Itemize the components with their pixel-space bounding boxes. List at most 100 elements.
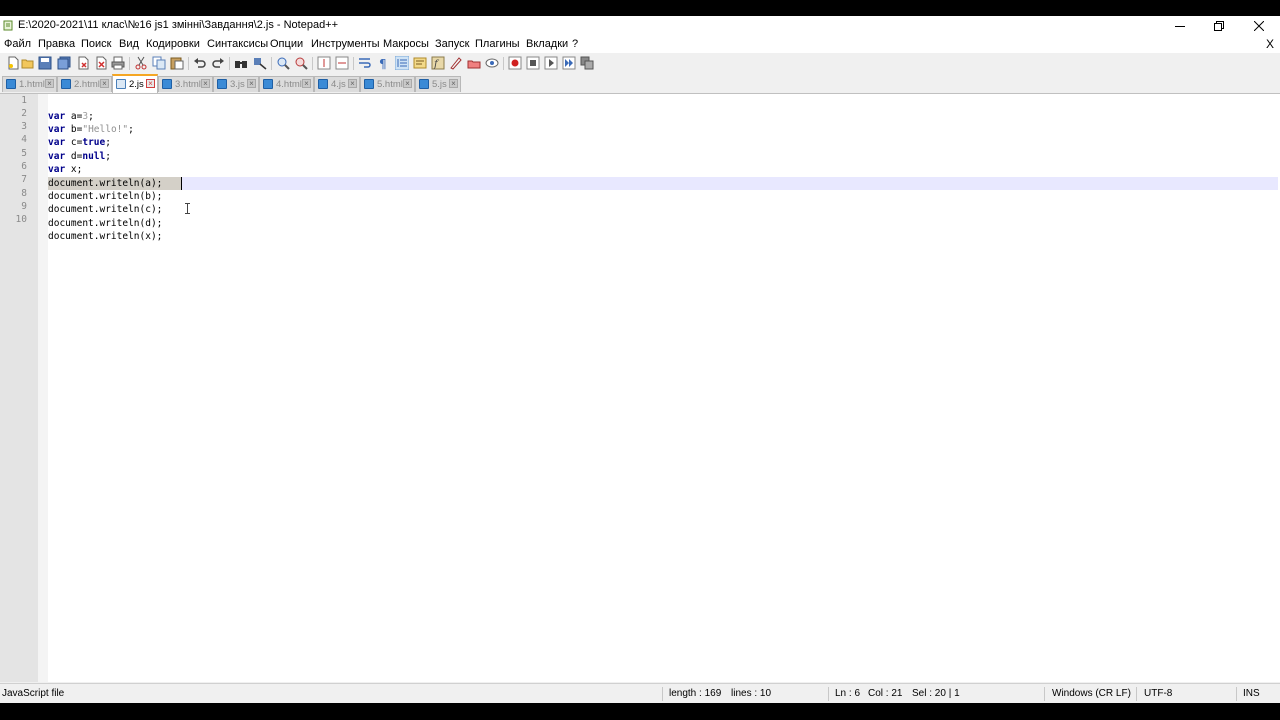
menu-options[interactable]: Опции bbox=[270, 38, 303, 50]
tab-close-icon[interactable]: × bbox=[45, 79, 54, 88]
new-file-icon[interactable] bbox=[6, 56, 20, 70]
keyword: var bbox=[48, 124, 66, 135]
svg-text:¶: ¶ bbox=[379, 57, 387, 70]
tab-5-html[interactable]: 5.html × bbox=[360, 76, 415, 92]
status-eol-format: Windows (CR LF) bbox=[1052, 688, 1131, 699]
keyword: var bbox=[48, 137, 66, 148]
find-icon[interactable] bbox=[234, 56, 248, 70]
tab-label: 4.html bbox=[276, 79, 302, 90]
save-icon[interactable] bbox=[38, 56, 52, 70]
restore-button[interactable] bbox=[1199, 16, 1239, 35]
save-macro-icon[interactable] bbox=[580, 56, 594, 70]
toolbar-separator bbox=[188, 57, 189, 70]
minimize-icon bbox=[1175, 25, 1185, 27]
copy-icon[interactable] bbox=[152, 56, 166, 70]
play-macro-icon[interactable] bbox=[544, 56, 558, 70]
title-bar: E:\2020-2021\11 клас\№16 js1 змінні\Завд… bbox=[0, 16, 1280, 35]
line-number: 1 bbox=[21, 95, 27, 106]
tab-close-icon[interactable]: × bbox=[247, 79, 256, 88]
close-window-button[interactable] bbox=[1239, 16, 1279, 35]
close-icon[interactable] bbox=[76, 56, 90, 70]
zoom-out-icon[interactable] bbox=[294, 56, 308, 70]
tab-5-js[interactable]: 5.js × bbox=[415, 76, 461, 92]
tab-close-icon[interactable]: × bbox=[100, 79, 109, 88]
code-line-2: var b="Hello!"; bbox=[48, 123, 134, 136]
tab-3-js[interactable]: 3.js × bbox=[213, 76, 259, 92]
function-list-icon[interactable]: f bbox=[431, 56, 445, 70]
open-file-icon[interactable] bbox=[21, 56, 35, 70]
saved-file-icon bbox=[217, 79, 227, 89]
tab-close-icon[interactable]: × bbox=[146, 79, 155, 88]
tab-2-js[interactable]: 2.js × bbox=[112, 74, 158, 93]
code-editor[interactable]: 1 2 3 4 5 6 7 8 9 10 var a=3; var b="Hel… bbox=[0, 94, 1280, 682]
menu-tabs[interactable]: Вкладки bbox=[526, 38, 568, 50]
menu-file[interactable]: Файл bbox=[4, 38, 31, 50]
close-document-button[interactable]: X bbox=[1266, 37, 1274, 51]
menu-tools[interactable]: Инструменты bbox=[311, 38, 380, 50]
menu-macros[interactable]: Макросы bbox=[383, 38, 429, 50]
tab-1-html[interactable]: 1.html × bbox=[2, 76, 57, 92]
code-line-1: var a=3; bbox=[48, 110, 94, 123]
save-all-icon[interactable] bbox=[57, 56, 71, 70]
indent-guide-icon[interactable] bbox=[395, 56, 409, 70]
menu-run[interactable]: Запуск bbox=[435, 38, 469, 50]
tab-4-html[interactable]: 4.html × bbox=[259, 76, 314, 92]
show-all-characters-icon[interactable]: ¶ bbox=[376, 56, 390, 70]
minimize-button[interactable] bbox=[1160, 16, 1200, 35]
tab-close-icon[interactable]: × bbox=[449, 79, 458, 88]
menu-help[interactable]: ? bbox=[572, 38, 578, 50]
menu-search[interactable]: Поиск bbox=[81, 38, 111, 50]
menu-view[interactable]: Вид bbox=[119, 38, 139, 50]
menu-edit[interactable]: Правка bbox=[38, 38, 75, 50]
tab-close-icon[interactable]: × bbox=[201, 79, 210, 88]
sync-horizontal-icon[interactable] bbox=[335, 56, 349, 70]
ibeam-cursor-icon bbox=[185, 203, 190, 214]
code-line-8: document.writeln(c); bbox=[48, 204, 163, 215]
line-number: 6 bbox=[21, 161, 27, 172]
status-divider bbox=[1136, 687, 1137, 701]
document-tab-bar: 1.html × 2.html × 2.js × 3.html × 3.js ×… bbox=[0, 74, 1280, 94]
print-icon[interactable] bbox=[111, 56, 125, 70]
tab-close-icon[interactable]: × bbox=[403, 79, 412, 88]
preview-icon[interactable] bbox=[485, 56, 499, 70]
close-icon bbox=[1254, 20, 1264, 31]
redo-icon[interactable] bbox=[211, 56, 225, 70]
sync-vertical-icon[interactable] bbox=[317, 56, 331, 70]
fold-margin[interactable] bbox=[38, 94, 48, 682]
code-line-9: document.writeln(d); bbox=[48, 218, 163, 229]
menu-syntax[interactable]: Синтаксисы bbox=[207, 38, 268, 50]
tab-close-icon[interactable]: × bbox=[302, 79, 311, 88]
cut-icon[interactable] bbox=[134, 56, 148, 70]
paste-icon[interactable] bbox=[170, 56, 184, 70]
replace-icon[interactable] bbox=[253, 56, 267, 70]
record-macro-icon[interactable] bbox=[508, 56, 522, 70]
code-text: ; bbox=[105, 137, 111, 148]
line-number: 2 bbox=[21, 108, 27, 119]
undo-icon[interactable] bbox=[193, 56, 207, 70]
keyword: true bbox=[82, 137, 106, 148]
monitoring-icon[interactable] bbox=[467, 56, 481, 70]
stop-macro-icon[interactable] bbox=[526, 56, 540, 70]
zoom-in-icon[interactable] bbox=[276, 56, 290, 70]
code-text: a= bbox=[65, 111, 83, 122]
menu-encoding[interactable]: Кодировки bbox=[146, 38, 200, 50]
folder-as-workspace-icon[interactable] bbox=[449, 56, 463, 70]
tab-close-icon[interactable]: × bbox=[348, 79, 357, 88]
run-macro-multiple-icon[interactable] bbox=[562, 56, 576, 70]
menu-plugins[interactable]: Плагины bbox=[475, 38, 520, 50]
saved-file-icon bbox=[364, 79, 374, 89]
code-text: ; bbox=[88, 111, 94, 122]
doc-map-icon[interactable] bbox=[413, 56, 427, 70]
status-bar: JavaScript file length : 169 lines : 10 … bbox=[0, 683, 1280, 703]
code-text: ; bbox=[128, 124, 134, 135]
tab-2-html[interactable]: 2.html × bbox=[57, 76, 112, 92]
keyword: var bbox=[48, 111, 66, 122]
tab-3-html[interactable]: 3.html × bbox=[158, 76, 213, 92]
tab-label: 5.js bbox=[432, 79, 447, 90]
close-all-icon[interactable] bbox=[94, 56, 108, 70]
word-wrap-icon[interactable] bbox=[358, 56, 372, 70]
tab-label: 3.html bbox=[175, 79, 201, 90]
keyword: null bbox=[82, 151, 106, 162]
tab-4-js[interactable]: 4.js × bbox=[314, 76, 360, 92]
toolbar-separator bbox=[312, 57, 313, 70]
